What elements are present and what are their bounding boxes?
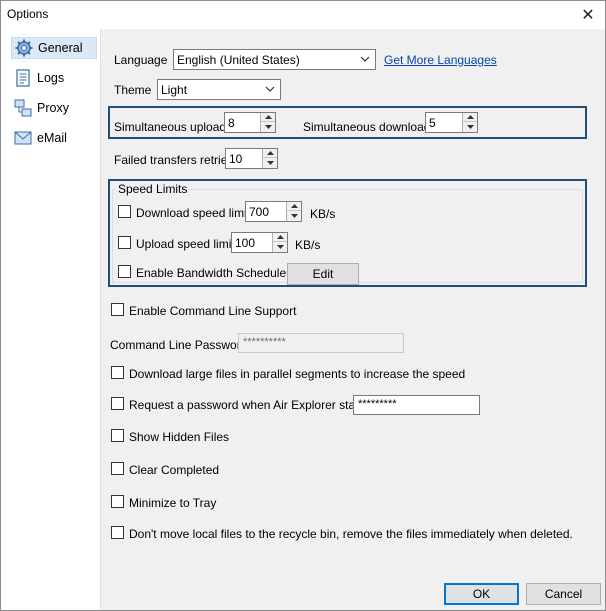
- sidebar-item-label: Proxy: [37, 101, 69, 115]
- sidebar-item-email[interactable]: eMail: [11, 127, 97, 149]
- command-password-label: Command Line Password: [110, 338, 248, 352]
- language-label: Language: [114, 53, 168, 67]
- startup-password-field[interactable]: *********: [353, 395, 480, 415]
- upload-limit-checkbox[interactable]: [118, 236, 131, 249]
- cancel-button[interactable]: Cancel: [526, 583, 601, 605]
- options-window: Options ✕ General Logs Proxy eMail Langu…: [0, 0, 606, 611]
- document-icon: [13, 68, 33, 88]
- bandwidth-scheduler-label: Enable Bandwidth Scheduler: [136, 266, 291, 280]
- spin-up-icon[interactable]: [287, 202, 301, 211]
- sidebar-item-proxy[interactable]: Proxy: [11, 97, 97, 119]
- bandwidth-scheduler-checkbox[interactable]: [118, 265, 131, 278]
- spin-down-icon[interactable]: [261, 122, 275, 131]
- close-button[interactable]: ✕: [571, 1, 605, 29]
- request-password-label: Request a password when Air Explorer sta…: [129, 398, 369, 412]
- theme-select[interactable]: Light: [157, 79, 281, 100]
- language-select[interactable]: English (United States): [173, 49, 376, 70]
- downloads-label: Simultaneous downloads: [303, 120, 437, 134]
- uploads-stepper[interactable]: 8: [224, 112, 276, 133]
- theme-label: Theme: [114, 83, 152, 97]
- upload-limit-label: Upload speed limit: [136, 237, 235, 251]
- ok-button[interactable]: OK: [444, 583, 519, 605]
- window-title: Options: [7, 7, 49, 21]
- title-bar: Options ✕: [1, 1, 605, 29]
- parallel-segments-label: Download large files in parallel segment…: [129, 367, 466, 381]
- general-panel: Language English (United States) Get Mor…: [102, 29, 605, 610]
- remove-immediately-label: Don't move local files to the recycle bi…: [129, 527, 573, 541]
- uploads-label: Simultaneous uploads: [114, 120, 233, 134]
- download-limit-unit: KB/s: [310, 207, 336, 221]
- close-icon: ✕: [581, 7, 595, 24]
- network-icon: [13, 98, 33, 118]
- upload-limit-stepper[interactable]: 100: [231, 232, 288, 253]
- download-limit-stepper[interactable]: 700: [245, 201, 302, 222]
- sidebar-item-general[interactable]: General: [11, 37, 97, 59]
- show-hidden-files-label: Show Hidden Files: [129, 430, 230, 444]
- request-password-checkbox[interactable]: [111, 397, 124, 410]
- edit-scheduler-button[interactable]: Edit: [287, 263, 359, 285]
- spin-up-icon[interactable]: [273, 233, 287, 242]
- gear-icon: [14, 38, 34, 58]
- download-limit-checkbox[interactable]: [118, 205, 131, 218]
- spin-up-icon[interactable]: [261, 113, 275, 122]
- command-line-label: Enable Command Line Support: [129, 304, 297, 318]
- spin-down-icon[interactable]: [263, 158, 277, 167]
- show-hidden-files-checkbox[interactable]: [111, 429, 124, 442]
- spin-up-icon[interactable]: [463, 113, 477, 122]
- download-limit-label: Download speed limit: [136, 206, 251, 220]
- spin-down-icon[interactable]: [273, 242, 287, 251]
- clear-completed-checkbox[interactable]: [111, 462, 124, 475]
- parallel-segments-checkbox[interactable]: [111, 366, 124, 379]
- chevron-down-icon: [265, 83, 275, 95]
- remove-immediately-checkbox[interactable]: [111, 526, 124, 539]
- command-line-checkbox[interactable]: [111, 303, 124, 316]
- sidebar: General Logs Proxy eMail: [1, 29, 101, 610]
- retries-label: Failed transfers retries: [114, 153, 234, 167]
- sidebar-item-label: Logs: [37, 71, 65, 85]
- speed-limits-title: Speed Limits: [116, 182, 190, 196]
- upload-limit-unit: KB/s: [295, 238, 321, 252]
- spin-down-icon[interactable]: [287, 211, 301, 220]
- spin-up-icon[interactable]: [263, 149, 277, 158]
- chevron-down-icon: [360, 53, 370, 65]
- minimize-to-tray-label: Minimize to Tray: [129, 496, 217, 510]
- clear-completed-label: Clear Completed: [129, 463, 220, 477]
- get-more-languages-link[interactable]: Get More Languages: [384, 53, 497, 67]
- downloads-stepper[interactable]: 5: [425, 112, 478, 133]
- spin-down-icon[interactable]: [463, 122, 477, 131]
- sidebar-item-label: General: [38, 41, 83, 55]
- minimize-to-tray-checkbox[interactable]: [111, 495, 124, 508]
- sidebar-item-logs[interactable]: Logs: [11, 67, 97, 89]
- command-password-field[interactable]: **********: [238, 333, 404, 353]
- retries-stepper[interactable]: 10: [225, 148, 278, 169]
- sidebar-item-label: eMail: [37, 131, 67, 145]
- envelope-icon: [13, 128, 33, 148]
